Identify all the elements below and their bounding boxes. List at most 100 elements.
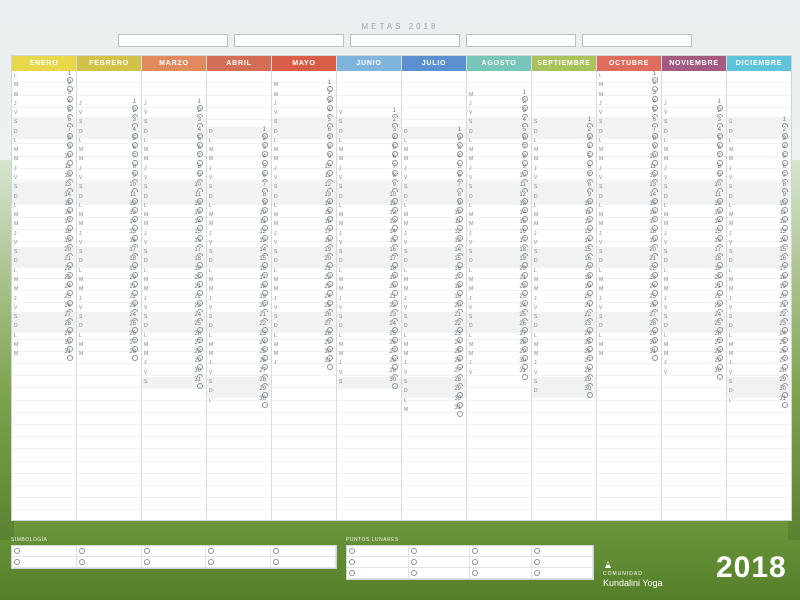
day-number: 15	[129, 228, 136, 235]
day-number: 5	[717, 135, 721, 142]
weekday-letter: M	[404, 351, 409, 358]
moon-point-cell[interactable]	[347, 546, 409, 557]
moon-point-cell[interactable]	[531, 557, 593, 568]
day-number: 24	[324, 293, 331, 300]
symbology-cell[interactable]	[271, 546, 336, 557]
weekday-letter: L	[534, 137, 537, 144]
weekday-letter: V	[469, 110, 473, 117]
day-number: 29	[389, 367, 396, 374]
symbology-cell[interactable]	[12, 557, 77, 568]
day-number: 27	[259, 367, 266, 374]
day-number: 25	[64, 293, 71, 300]
weekday-letter: L	[144, 267, 147, 274]
weekday-letter: J	[469, 165, 472, 172]
day-cell[interactable]: M 31	[402, 405, 466, 417]
weekday-letter: V	[404, 174, 408, 181]
weekday-letter: M	[79, 341, 84, 348]
weekday-letter: L	[14, 137, 17, 144]
day-number: 7	[652, 126, 656, 133]
day-cell[interactable]: J 31	[272, 358, 336, 371]
moon-point-cell[interactable]	[470, 568, 532, 579]
moon-point-cell[interactable]	[531, 568, 593, 579]
day-number: 15	[714, 228, 721, 235]
weekday-letter: D	[144, 128, 148, 135]
day-number: 11	[389, 200, 396, 207]
day-number: 25	[584, 339, 591, 346]
weekday-letter: S	[534, 119, 538, 126]
symbology-cell[interactable]	[76, 546, 142, 557]
moon-point-cell[interactable]	[347, 557, 409, 568]
moon-point-cell[interactable]	[470, 546, 532, 557]
symbology-cell[interactable]	[12, 546, 77, 557]
day-cell[interactable]: V 31	[467, 368, 531, 380]
day-cell[interactable]: S 31	[142, 376, 206, 389]
weekday-letter: J	[664, 230, 667, 237]
day-number: 15	[389, 237, 396, 244]
weekday-letter: L	[599, 332, 602, 339]
goal-input-box[interactable]	[582, 34, 692, 47]
symbology-cell[interactable]	[76, 557, 142, 568]
weekday-letter: S	[209, 314, 213, 321]
day-number: 11	[129, 191, 136, 198]
day-number: 14	[324, 200, 331, 207]
day-number: 21	[779, 302, 786, 309]
symbology-cell[interactable]	[206, 546, 272, 557]
day-number: 1	[197, 98, 201, 105]
weekday-letter: S	[339, 314, 343, 321]
goal-input-box[interactable]	[350, 34, 460, 47]
weekday-letter: D	[664, 128, 668, 135]
moon-point-cell[interactable]	[408, 546, 470, 557]
day-cell[interactable]: M 31	[12, 349, 76, 362]
weekday-letter: M	[339, 351, 344, 358]
day-cell[interactable]: M 28	[77, 349, 141, 362]
goal-input-box[interactable]	[118, 34, 228, 47]
symbology-cell[interactable]	[271, 557, 336, 568]
day-number: 8	[717, 163, 721, 170]
weekday-letter: D	[599, 193, 603, 200]
month-days: M 1 J 2 V 3 S 4 D 5 L 6 M 7 M 8 J 9 V 10 S 11 D 12 L 13 M 14 M 15 J 16 V…	[467, 71, 531, 520]
weekday-letter: V	[79, 239, 83, 246]
symbology-cell[interactable]	[141, 557, 207, 568]
day-number: 3	[392, 126, 396, 133]
weekday-letter: M	[599, 341, 604, 348]
moon-point-cell[interactable]	[531, 546, 593, 557]
weekday-letter: J	[404, 295, 407, 302]
symbology-cell[interactable]	[141, 546, 207, 557]
moon-point-cell[interactable]	[408, 568, 470, 579]
weekday-letter: V	[534, 369, 538, 376]
day-cell[interactable]: D 30	[532, 386, 596, 399]
weekday-letter: J	[274, 295, 277, 302]
day-number: 28	[324, 330, 331, 337]
weekday-letter: L	[729, 332, 732, 339]
weekday-letter: M	[599, 91, 604, 98]
goal-input-box[interactable]	[234, 34, 344, 47]
goal-input-box[interactable]	[466, 34, 576, 47]
weekday-letter: L	[469, 137, 472, 144]
weekday-letter: J	[729, 360, 732, 367]
month-header: SEPTIEMBRE	[532, 56, 596, 71]
weekday-letter: J	[404, 360, 407, 367]
weekday-letter: S	[79, 249, 83, 256]
symbology-cell[interactable]	[206, 557, 272, 568]
moon-point-cell[interactable]	[347, 568, 409, 579]
day-number: 6	[587, 163, 591, 170]
month-column: ENERO L 1 M 2 M 3 J 4 V 5 S 6 D 7 L 8 M 9 M 10 J 11 V 12 S 13 D 14 L 1…	[12, 56, 77, 520]
day-number: 19	[129, 265, 136, 272]
day-cell[interactable]: S 30	[337, 376, 401, 389]
day-cell[interactable]: L 30	[207, 396, 271, 408]
weekday-letter: L	[274, 202, 277, 209]
weekday-letter: V	[274, 239, 278, 246]
weekday-letter: L	[144, 202, 147, 209]
day-cell[interactable]: V 30	[662, 368, 726, 380]
day-number: 12	[714, 200, 721, 207]
day-cell[interactable]: M 31	[597, 349, 661, 362]
moon-point-cell[interactable]	[470, 557, 532, 568]
weekday-letter: J	[729, 295, 732, 302]
weekday-letter: J	[599, 295, 602, 302]
weekday-letter: M	[599, 221, 604, 228]
moon-point-cell[interactable]	[408, 557, 470, 568]
day-cell[interactable]: L 31	[727, 396, 791, 408]
weekday-letter: J	[144, 100, 147, 107]
day-number: 18	[389, 265, 396, 272]
weekday-letter: V	[534, 304, 538, 311]
